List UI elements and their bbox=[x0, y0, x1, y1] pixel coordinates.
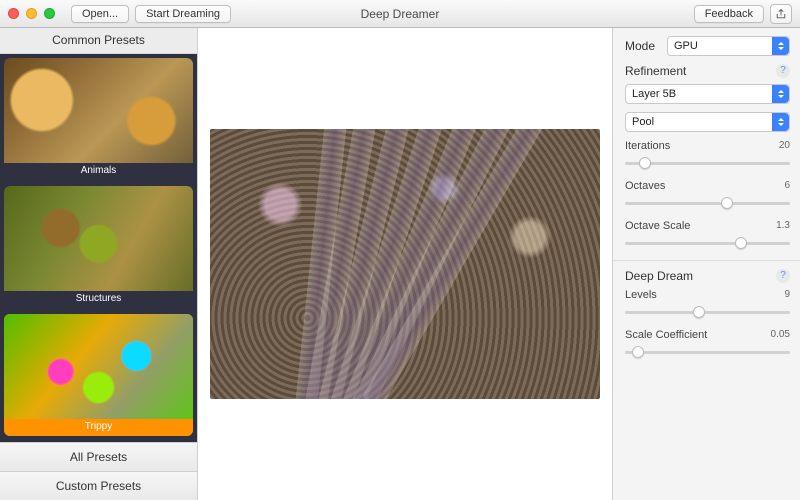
chevron-updown-icon bbox=[772, 85, 789, 103]
layer-value: Layer 5B bbox=[632, 88, 676, 100]
preset-label: Animals bbox=[4, 163, 193, 180]
param-slider[interactable] bbox=[625, 156, 790, 170]
window-controls bbox=[8, 8, 55, 19]
param-label: Scale Coefficient bbox=[625, 329, 707, 341]
preset-structures[interactable]: Structures bbox=[4, 186, 193, 308]
refinement-section-label: Refinement bbox=[625, 64, 686, 78]
sidebar-header: Common Presets bbox=[0, 28, 197, 54]
zoom-icon[interactable] bbox=[44, 8, 55, 19]
param-label: Octaves bbox=[625, 180, 665, 192]
deepdream-param: Scale Coefficient 0.05 bbox=[625, 329, 790, 359]
preset-label: Structures bbox=[4, 291, 193, 308]
all-presets-row[interactable]: All Presets bbox=[0, 442, 197, 471]
custom-presets-row[interactable]: Custom Presets bbox=[0, 471, 197, 500]
param-value: 1.3 bbox=[776, 220, 790, 232]
param-value: 6 bbox=[784, 180, 790, 192]
help-icon[interactable]: ? bbox=[776, 269, 790, 283]
inspector-panel: Mode GPU Refinement ? Layer 5B Pool Iter… bbox=[612, 28, 800, 500]
mode-value: GPU bbox=[674, 40, 698, 52]
mode-label: Mode bbox=[625, 39, 667, 53]
param-label: Iterations bbox=[625, 140, 670, 152]
open-button[interactable]: Open... bbox=[71, 5, 129, 23]
deepdream-param: Levels 9 bbox=[625, 289, 790, 319]
param-value: 9 bbox=[784, 289, 790, 301]
preset-list[interactable]: Animals Structures Trippy bbox=[0, 54, 197, 442]
help-icon[interactable]: ? bbox=[776, 64, 790, 78]
param-slider[interactable] bbox=[625, 196, 790, 210]
param-value: 20 bbox=[779, 140, 790, 152]
preview-image bbox=[210, 129, 600, 399]
preset-animals[interactable]: Animals bbox=[4, 58, 193, 180]
titlebar: Open... Start Dreaming Deep Dreamer Feed… bbox=[0, 0, 800, 28]
param-label: Octave Scale bbox=[625, 220, 690, 232]
feedback-button[interactable]: Feedback bbox=[694, 5, 764, 23]
layer-select[interactable]: Layer 5B bbox=[625, 84, 790, 104]
preset-thumbnail bbox=[4, 186, 193, 291]
share-icon[interactable] bbox=[770, 4, 792, 24]
preset-sidebar: Common Presets Animals Structures Trippy… bbox=[0, 28, 198, 500]
refinement-param: Octaves 6 bbox=[625, 180, 790, 210]
chevron-updown-icon bbox=[772, 37, 789, 55]
param-label: Levels bbox=[625, 289, 657, 301]
param-slider[interactable] bbox=[625, 305, 790, 319]
operation-value: Pool bbox=[632, 116, 654, 128]
operation-select[interactable]: Pool bbox=[625, 112, 790, 132]
deep-dream-section-label: Deep Dream bbox=[625, 269, 693, 283]
mode-select[interactable]: GPU bbox=[667, 36, 790, 56]
preset-trippy[interactable]: Trippy bbox=[4, 314, 193, 436]
close-icon[interactable] bbox=[8, 8, 19, 19]
preset-label: Trippy bbox=[4, 419, 193, 436]
refinement-param: Octave Scale 1.3 bbox=[625, 220, 790, 250]
param-value: 0.05 bbox=[771, 329, 790, 341]
minimize-icon[interactable] bbox=[26, 8, 37, 19]
canvas-area bbox=[198, 28, 612, 500]
param-slider[interactable] bbox=[625, 236, 790, 250]
param-slider[interactable] bbox=[625, 345, 790, 359]
preset-thumbnail bbox=[4, 58, 193, 163]
preset-thumbnail bbox=[4, 314, 193, 419]
refinement-param: Iterations 20 bbox=[625, 140, 790, 170]
chevron-updown-icon bbox=[772, 113, 789, 131]
start-dreaming-button[interactable]: Start Dreaming bbox=[135, 5, 231, 23]
